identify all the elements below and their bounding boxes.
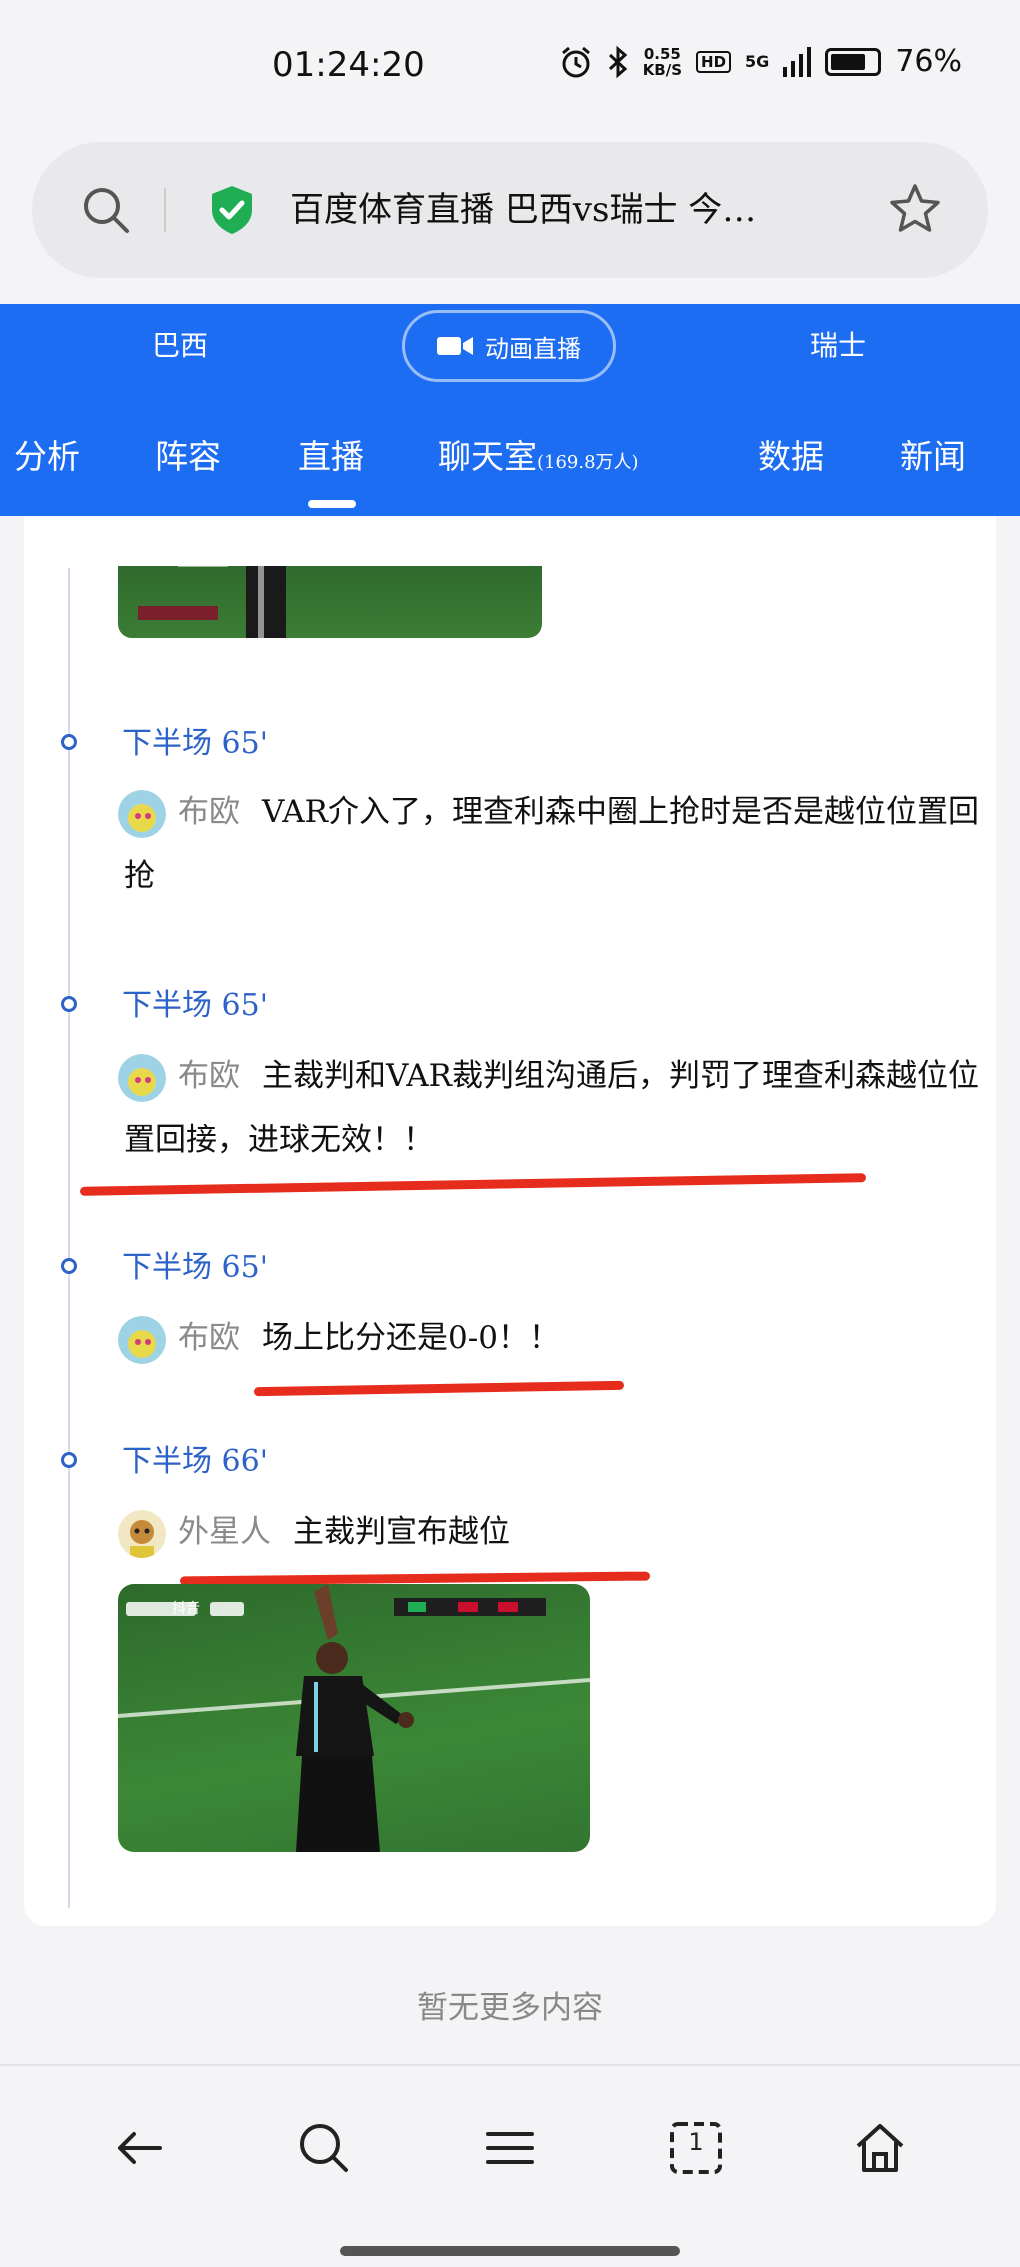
address-bar[interactable]: 百度体育直播 巴西vs瑞士 今… <box>32 142 988 278</box>
alarm-icon <box>561 46 590 77</box>
live-feed: 下半场 65' 布欧 VAR介入了，理查利森中圈上抢时是否是越位位置回抢 下半场 … <box>24 516 996 1926</box>
net-speed: 0.55 KB/S <box>643 46 682 78</box>
entry-minute: 下半场 65' <box>122 726 268 761</box>
network-type: 5G <box>745 52 770 71</box>
video-camera-icon <box>437 337 473 355</box>
net-speed-unit: KB/S <box>642 60 683 79</box>
entry-minute: 下半场 65' <box>122 1250 268 1285</box>
tab-live[interactable]: 直播 <box>298 430 364 478</box>
tab-chatroom-count: (169.8万人) <box>537 452 639 473</box>
red-annotation-stroke <box>253 1380 625 1397</box>
timeline-dot <box>61 734 77 750</box>
tab-count: 1 <box>688 2128 704 2156</box>
entry-message: 布欧 场上比分还是0-0！！ <box>124 1306 984 1370</box>
entry-author: 布欧 <box>178 794 240 830</box>
bluetooth-icon <box>608 45 627 78</box>
photo-brand-label: 抖音 <box>172 1601 200 1617</box>
battery-level <box>831 53 865 70</box>
status-time: 01:24:20 <box>272 45 425 85</box>
match-header: 巴西 动画直播 瑞士 分析 阵容 直播 聊天室(169.8万人) 数据 新闻 <box>0 304 1020 516</box>
page-title[interactable]: 百度体育直播 巴西vs瑞士 今… <box>290 182 880 231</box>
timeline-dot <box>61 996 77 1012</box>
home-team[interactable]: 巴西 <box>152 324 208 364</box>
entry-text: 场上比分还是0-0！！ <box>262 1320 560 1356</box>
signal-icon <box>783 46 812 77</box>
page: 01:24:20 0.55 KB/S HD 5G 76% 百度体育直播 巴西vs… <box>0 0 1020 2267</box>
match-tabs: 分析 阵容 直播 聊天室(169.8万人) 数据 新闻 <box>0 430 1020 490</box>
entry-message: 布欧 VAR介入了，理查利森中圈上抢时是否是越位位置回抢 <box>124 780 984 908</box>
entry-message: 外星人 主裁判宣布越位 <box>124 1500 984 1564</box>
gesture-home-bar[interactable] <box>340 2246 680 2256</box>
tab-news[interactable]: 新闻 <box>900 430 966 478</box>
tab-chatroom-label: 聊天室 <box>438 437 537 476</box>
entry-text: 主裁判宣布越位 <box>293 1514 510 1550</box>
away-team[interactable]: 瑞士 <box>810 324 866 364</box>
animation-live-button[interactable]: 动画直播 <box>402 310 616 382</box>
tab-stats[interactable]: 数据 <box>758 430 824 478</box>
entry-author: 布欧 <box>178 1320 240 1356</box>
tabs-button[interactable]: 1 <box>666 2118 726 2178</box>
battery-icon <box>825 47 882 76</box>
entry-minute: 下半场 66' <box>122 1444 268 1479</box>
entry-text: 主裁判和VAR裁判组沟通后，判罚了理查利森越位位置回接，进球无效！！ <box>124 1058 980 1158</box>
hd-badge: HD <box>696 50 732 73</box>
referee-photo[interactable]: 抖音 <box>118 1584 590 1852</box>
animation-live-label: 动画直播 <box>485 334 581 363</box>
active-tab-indicator <box>308 500 356 508</box>
bookmark-star-icon[interactable] <box>886 180 944 238</box>
tab-lineup[interactable]: 阵容 <box>155 430 221 478</box>
entry-author: 外星人 <box>178 1514 271 1550</box>
entry-message: 布欧 主裁判和VAR裁判组沟通后，判罚了理查利森越位位置回接，进球无效！！ <box>124 1044 984 1172</box>
net-speed-value: 0.55 <box>643 44 681 63</box>
previous-video-thumbnail[interactable] <box>118 566 542 638</box>
timeline-line <box>68 568 70 1908</box>
status-icons: 0.55 KB/S HD 5G 76% <box>559 44 962 79</box>
security-shield-icon <box>212 186 252 234</box>
timeline-dot <box>61 1258 77 1274</box>
entry-text: VAR介入了，理查利森中圈上抢时是否是越位位置回抢 <box>124 794 980 894</box>
search-icon[interactable] <box>294 2118 354 2178</box>
menu-icon[interactable] <box>480 2118 540 2178</box>
home-icon[interactable] <box>850 2118 910 2178</box>
bottom-navigation: 1 <box>0 2064 1020 2267</box>
search-icon[interactable] <box>80 184 132 236</box>
entry-minute: 下半场 65' <box>122 988 268 1023</box>
no-more-content: 暂无更多内容 <box>417 1990 603 2026</box>
back-arrow-icon[interactable] <box>110 2118 170 2178</box>
entry-author: 布欧 <box>178 1058 240 1094</box>
tab-chatroom[interactable]: 聊天室(169.8万人) <box>438 430 639 478</box>
battery-percent: 76% <box>895 44 962 79</box>
timeline-dot <box>61 1452 77 1468</box>
referee-figure-icon <box>138 566 286 638</box>
address-bar-divider <box>164 188 166 232</box>
tab-analysis[interactable]: 分析 <box>14 430 80 478</box>
status-bar: 01:24:20 0.55 KB/S HD 5G 76% <box>0 0 1020 130</box>
red-annotation-stroke <box>79 1173 867 1196</box>
referee-photo-image <box>118 1584 590 1852</box>
